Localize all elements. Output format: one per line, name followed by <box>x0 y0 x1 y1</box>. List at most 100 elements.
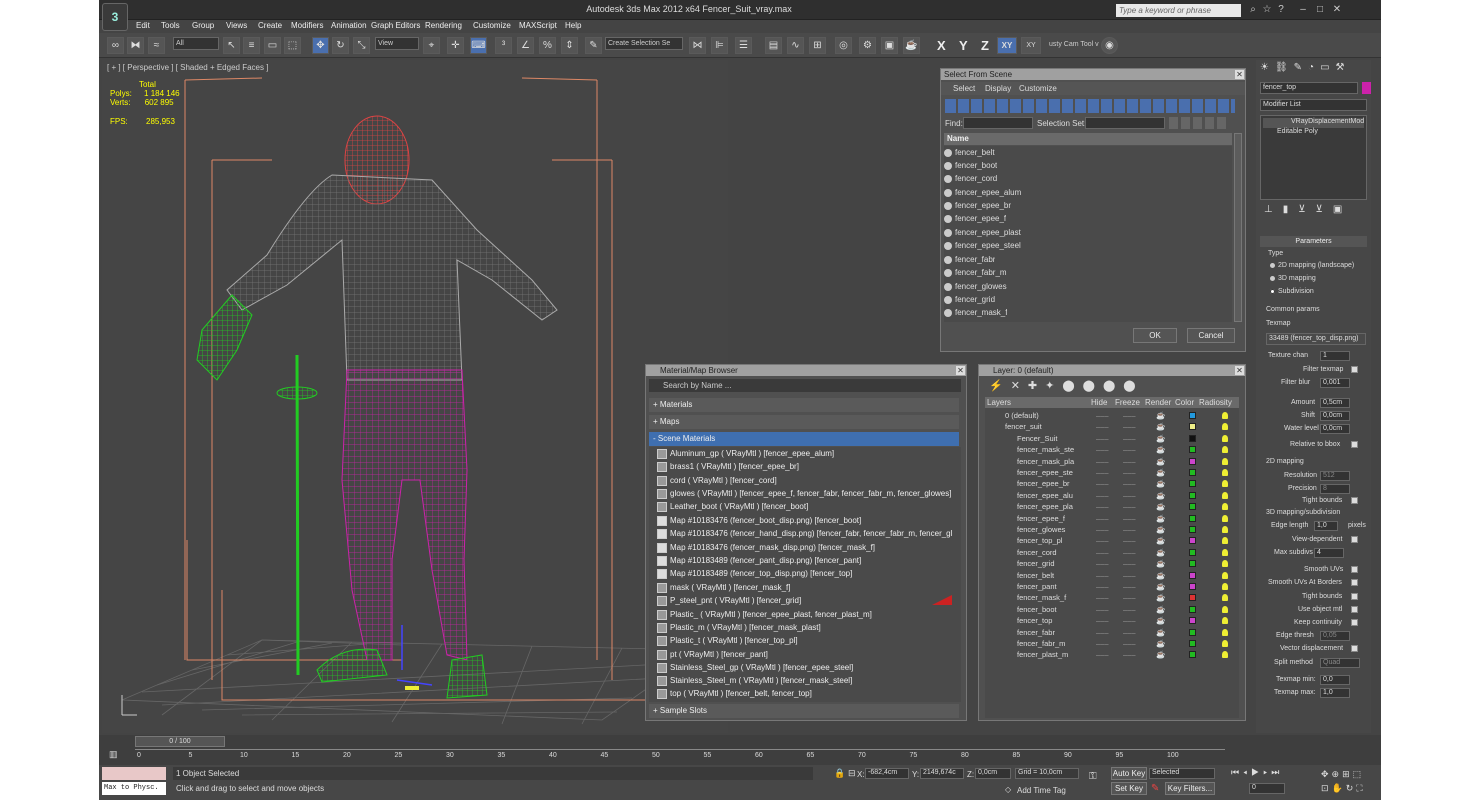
layer-color-swatch[interactable] <box>1189 526 1196 533</box>
list-item[interactable]: Map #10183489 (fencer_top_disp.png) [fen… <box>657 567 952 580</box>
layer-color-swatch[interactable] <box>1189 537 1196 545</box>
axis-y-button[interactable]: Y <box>959 38 968 53</box>
layer-row[interactable]: fencer_cord ‒‒‒ ‒‒‒ ☕ <box>993 547 1241 558</box>
bind-spacewarp-icon[interactable]: ≈ <box>148 37 165 54</box>
radiosity-bulb-icon[interactable] <box>1222 434 1228 442</box>
list-item[interactable]: cord ( VRayMtl ) [fencer_cord] <box>657 474 952 487</box>
render-teapot-icon[interactable]: ☕ <box>1156 638 1165 649</box>
layer-row[interactable]: fencer_belt ‒‒‒ ‒‒‒ ☕ <box>993 570 1241 581</box>
precision-input[interactable]: 8 <box>1320 484 1350 494</box>
radiosity-bulb-icon[interactable] <box>1222 412 1228 419</box>
list-item[interactable]: brass1 ( VRayMtl ) [fencer_epee_br] <box>657 460 952 473</box>
render-teapot-icon[interactable]: ☕ <box>1156 513 1165 524</box>
section-materials[interactable]: + Materials <box>649 398 959 412</box>
menu-create[interactable]: Create <box>258 21 282 30</box>
freeze-toggle[interactable]: ‒‒‒ <box>1123 570 1136 581</box>
list-item[interactable]: fencer_grid <box>944 293 995 306</box>
texmap-min-input[interactable]: 0,0 <box>1320 675 1350 685</box>
list-item[interactable]: fencer_cord <box>944 172 997 185</box>
layer-toolbar[interactable]: ⚡✕✚✦⬤⬤⬤⬤ <box>989 379 1136 393</box>
angle-snap-icon[interactable]: ∠ <box>517 37 534 54</box>
close-icon[interactable]: ✕ <box>1235 70 1244 79</box>
set-key-button[interactable]: Set Key <box>1111 782 1147 795</box>
layer-color-swatch[interactable] <box>1189 446 1196 454</box>
list-item[interactable]: Plastic_ ( VRayMtl ) [fencer_epee_plast,… <box>657 608 952 621</box>
key-icon[interactable]: ⚿ <box>1089 771 1097 782</box>
sfs-menu-select[interactable]: Select <box>953 84 975 93</box>
list-item[interactable]: Map #10183489 (fencer_pant_disp.png) [fe… <box>657 554 952 567</box>
sfs-filter-toolbar[interactable] <box>945 99 1235 113</box>
sfs-find-input[interactable] <box>963 117 1033 129</box>
list-item[interactable]: Leather_boot ( VRayMtl ) [fencer_boot] <box>657 500 952 513</box>
radiosity-bulb-icon[interactable] <box>1222 594 1228 602</box>
render-teapot-icon[interactable]: ☕ <box>1156 456 1165 467</box>
freeze-toggle[interactable]: ‒‒‒ <box>1123 410 1136 421</box>
list-item[interactable]: fencer_epee_br <box>944 199 1011 212</box>
list-item[interactable]: fencer_epee_plast <box>944 226 1021 239</box>
freeze-toggle[interactable]: ‒‒‒ <box>1123 513 1136 524</box>
shift-input[interactable]: 0,0cm <box>1320 411 1350 421</box>
hide-toggle[interactable]: ‒‒‒ <box>1096 421 1109 432</box>
hide-toggle[interactable]: ‒‒‒ <box>1096 570 1109 581</box>
radiosity-bulb-icon[interactable] <box>1222 423 1228 431</box>
layer-row[interactable]: fencer_top_pl ‒‒‒ ‒‒‒ ☕ <box>993 535 1241 546</box>
freeze-toggle[interactable]: ‒‒‒ <box>1123 456 1136 467</box>
maxscript-mini-listener[interactable]: Max to Physc. <box>102 782 166 795</box>
hide-toggle[interactable]: ‒‒‒ <box>1096 649 1109 660</box>
modifier-list-dropdown[interactable]: Modifier List <box>1260 99 1367 111</box>
render-setup-icon[interactable]: ⚙ <box>859 37 876 54</box>
layer-color-swatch[interactable] <box>1189 651 1196 659</box>
layer-color-swatch[interactable] <box>1189 412 1196 419</box>
split-method-dropdown[interactable]: Quad <box>1320 658 1360 668</box>
render-teapot-icon[interactable]: ☕ <box>1156 467 1165 478</box>
menu-rendering[interactable]: Rendering <box>425 21 462 30</box>
layer-row[interactable]: fencer_epee_ste ‒‒‒ ‒‒‒ ☕ <box>993 467 1241 478</box>
texture-chan-input[interactable]: 1 <box>1320 351 1350 361</box>
hide-toggle[interactable]: ‒‒‒ <box>1096 456 1109 467</box>
list-item[interactable]: Map #10183476 (fencer_boot_disp.png) [fe… <box>657 514 952 527</box>
list-item[interactable]: top ( VRayMtl ) [fencer_belt, fencer_top… <box>657 687 952 700</box>
menu-tools[interactable]: Tools <box>161 21 180 30</box>
scale-icon[interactable]: ⤡ <box>353 37 370 54</box>
layer-row[interactable]: fencer_glowes ‒‒‒ ‒‒‒ ☕ <box>993 524 1241 535</box>
cam-tool-icon[interactable]: ◉ <box>1101 37 1118 54</box>
axis-xy-cycle-icon[interactable]: XY <box>1021 37 1041 54</box>
freeze-toggle[interactable]: ‒‒‒ <box>1123 433 1136 444</box>
list-item[interactable]: mask ( VRayMtl ) [fencer_mask_f] <box>657 581 952 594</box>
time-tag-icon[interactable]: ◇ <box>1005 785 1011 794</box>
view-dependent-checkbox[interactable] <box>1351 536 1358 543</box>
key-selection-dropdown[interactable]: Selected <box>1149 768 1215 779</box>
modifier-stack-item[interactable]: Editable Poly <box>1263 128 1364 138</box>
radiosity-bulb-icon[interactable] <box>1222 480 1228 488</box>
relative-bbox-checkbox[interactable] <box>1351 441 1358 448</box>
reference-coord-dropdown[interactable]: View <box>375 37 419 50</box>
edge-length-input[interactable]: 1,0 <box>1314 521 1338 531</box>
section-sample-slots[interactable]: + Sample Slots <box>649 704 959 718</box>
selection-filter-dropdown[interactable]: All <box>173 37 219 50</box>
rect-selection-icon[interactable]: ▭ <box>264 37 281 54</box>
freeze-toggle[interactable]: ‒‒‒ <box>1123 478 1136 489</box>
menu-views[interactable]: Views <box>226 21 247 30</box>
menu-maxscript[interactable]: MAXScript <box>519 21 557 30</box>
render-teapot-icon[interactable]: ☕ <box>1156 444 1165 455</box>
filter-texmap-checkbox[interactable] <box>1351 366 1358 373</box>
freeze-toggle[interactable]: ‒‒‒ <box>1123 490 1136 501</box>
viewport-navigation[interactable]: ✥⊕⊞⬚ ⊡✋↻⛶ <box>1321 767 1377 795</box>
layer-color-swatch[interactable] <box>1189 617 1196 625</box>
hide-toggle[interactable]: ‒‒‒ <box>1096 524 1109 535</box>
freeze-toggle[interactable]: ‒‒‒ <box>1123 592 1136 603</box>
layer-row[interactable]: fencer_mask_ste ‒‒‒ ‒‒‒ ☕ <box>993 444 1241 455</box>
list-item[interactable]: fencer_fabr_m <box>944 266 1007 279</box>
layer-row[interactable]: fencer_mask_f ‒‒‒ ‒‒‒ ☕ <box>993 592 1241 603</box>
freeze-toggle[interactable]: ‒‒‒ <box>1123 558 1136 569</box>
select-object-icon[interactable]: ↖ <box>223 37 240 54</box>
edit-named-sel-icon[interactable]: ✎ <box>585 37 602 54</box>
layer-color-swatch[interactable] <box>1189 583 1196 590</box>
material-search-input[interactable]: Search by Name ... <box>649 379 961 392</box>
layer-color-swatch[interactable] <box>1189 548 1196 556</box>
freeze-toggle[interactable]: ‒‒‒ <box>1123 627 1136 638</box>
render-teapot-icon[interactable]: ☕ <box>1156 478 1165 489</box>
hide-toggle[interactable]: ‒‒‒ <box>1096 410 1109 421</box>
radiosity-bulb-icon[interactable] <box>1222 491 1228 499</box>
list-item[interactable]: Stainless_Steel_m ( VRayMtl ) [fencer_ma… <box>657 674 952 687</box>
